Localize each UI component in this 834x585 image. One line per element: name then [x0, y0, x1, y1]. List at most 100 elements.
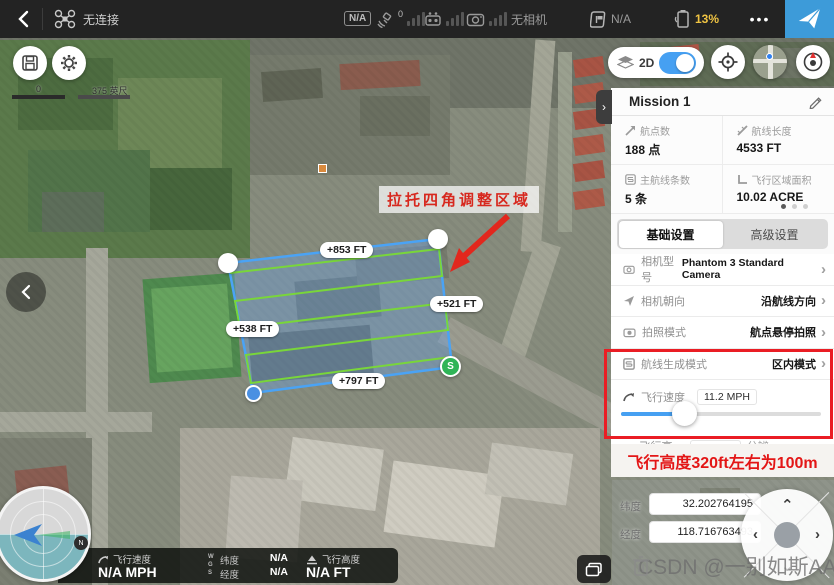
speed-slider-knob[interactable]	[672, 401, 697, 426]
minimap-location-dot	[766, 53, 773, 60]
tab-advanced-settings[interactable]: 高级设置	[723, 221, 827, 248]
nudge-center-button[interactable]	[774, 522, 800, 548]
compass-needle-icon	[802, 51, 824, 73]
gps-mode-badge: N/A	[344, 11, 371, 26]
stat-waypoints: 航点数 188 点	[611, 116, 723, 165]
save-mission-button[interactable]	[13, 46, 47, 80]
serpentine-route-icon	[625, 174, 636, 185]
remote-controller-icon	[424, 11, 442, 27]
capture-mode-icon	[623, 327, 636, 338]
setting-camera-heading[interactable]: 相机朝向 沿航线方向›	[611, 286, 834, 318]
connection-status-label: 无连接	[83, 11, 119, 28]
map-art-block	[573, 160, 605, 182]
mission-stats: 航点数 188 点 航线长度 4533 FT 主航线条数 5 条 飞行区域面积 …	[611, 116, 834, 214]
panel-page-dots[interactable]	[781, 204, 808, 209]
telemetry-lat-label: 纬度	[220, 553, 239, 567]
route-length-icon	[737, 125, 748, 136]
start-point-marker[interactable]: S	[440, 356, 461, 377]
setting-capture-mode[interactable]: 拍照模式 航点悬停拍照›	[611, 317, 834, 349]
map-2d-label: 2D	[639, 56, 654, 70]
map-2d-toggle[interactable]	[659, 52, 696, 74]
locate-aircraft-button[interactable]	[711, 45, 745, 79]
map-art-block	[573, 134, 605, 156]
mission-title: Mission 1	[629, 94, 691, 109]
panel-collapse-tab[interactable]: ›	[596, 90, 612, 124]
status-bar: 无连接 N/A 0	[0, 0, 834, 38]
media-thumbnail-button[interactable]	[577, 555, 611, 583]
telemetry-alt-value: N/A FT	[306, 564, 351, 580]
pan-left-button[interactable]	[6, 272, 46, 312]
longitude-label: 经度	[620, 527, 641, 542]
stacked-photos-icon	[585, 562, 603, 577]
divider	[42, 8, 43, 30]
crosshair-locate-icon	[718, 52, 738, 72]
tab-basic-settings[interactable]: 基础设置	[619, 221, 723, 248]
setting-route-mode[interactable]: 航线生成模式 区内模式›	[611, 349, 834, 381]
app-screen: S +853 FT +521 FT +538 FT +797 FT 拉托四角调整…	[0, 0, 834, 585]
trash-icon	[632, 555, 650, 577]
battery-status-group: 13%	[674, 0, 719, 38]
map-art-block	[339, 60, 420, 90]
toggle-knob	[676, 54, 694, 72]
gear-icon	[59, 53, 79, 73]
speed-value[interactable]: 11.2 MPH	[697, 389, 757, 405]
settings-tabs-wrap: 基础设置 高级设置	[611, 214, 834, 254]
chevron-right-icon: ›	[821, 324, 826, 341]
chevron-left-icon	[20, 284, 32, 300]
latitude-label: 纬度	[620, 499, 641, 514]
area-icon	[737, 174, 748, 185]
battery-percent: 13%	[695, 12, 719, 26]
map-art-block	[485, 443, 573, 506]
edit-pencil-icon[interactable]	[809, 94, 824, 109]
map-art-block	[261, 68, 323, 102]
start-flight-button[interactable]	[785, 0, 834, 38]
latitude-input[interactable]: 32.202764195	[649, 493, 761, 515]
route-mode-icon	[623, 358, 635, 370]
gps-signal-bars	[407, 12, 425, 26]
corner-handle-top-left[interactable]	[218, 253, 238, 273]
edge-length-top: +853 FT	[320, 242, 373, 258]
chevron-left-icon	[17, 10, 29, 28]
telemetry-lng-value: N/A	[258, 566, 288, 578]
telemetry-bar: 飞行速度 N/A MPH WGS 纬度 N/A 经度 N/A 飞行高度 N/A …	[58, 548, 398, 583]
edge-length-right: +521 FT	[430, 296, 483, 312]
back-button[interactable]	[10, 7, 36, 31]
map-art-block	[360, 96, 430, 136]
minimap-preview-button[interactable]	[753, 45, 787, 79]
corner-handle-bottom-left[interactable]	[245, 385, 262, 402]
corner-handle-top-right[interactable]	[428, 229, 448, 249]
heading-pointer-icon	[623, 295, 635, 307]
annotation-note: 飞行高度320ft左右为100m	[611, 444, 834, 477]
speed-slider[interactable]	[621, 412, 821, 416]
gps-signal-group: 0	[376, 0, 425, 38]
chevron-right-icon: ›	[821, 261, 826, 278]
chevron-right-icon: ›	[821, 355, 826, 372]
scale-zero-label: 0	[36, 84, 41, 94]
layers-icon	[617, 55, 634, 70]
map-settings-button[interactable]	[52, 46, 86, 80]
mission-status-value: N/A	[611, 12, 631, 26]
edge-length-bottom: +797 FT	[332, 373, 385, 389]
compass-reset-button[interactable]	[796, 45, 830, 79]
watermark: CSDN @一别如斯AA	[632, 551, 834, 581]
map-annotation-label: 拉托四角调整区域	[379, 186, 539, 213]
camera-status-group: 无相机	[466, 0, 547, 38]
watermark-text: CSDN @一别如斯AA	[638, 551, 834, 581]
drone-icon	[54, 9, 76, 29]
rc-signal-group	[424, 0, 464, 38]
more-menu-button[interactable]: •••	[742, 0, 778, 38]
map-art-block	[573, 188, 605, 210]
chevron-right-icon: ›	[821, 292, 826, 309]
save-icon	[21, 54, 39, 72]
scale-bar-segment	[78, 95, 130, 99]
setting-camera-model[interactable]: 相机型号 Phantom 3 Standard Camera›	[611, 254, 834, 286]
nudge-up-button[interactable]: ⌃	[781, 498, 794, 513]
nudge-left-button[interactable]: ‹	[753, 527, 758, 542]
aircraft-heading-icon	[12, 522, 72, 548]
satellite-count: 0	[398, 9, 403, 19]
nudge-right-button[interactable]: ›	[815, 527, 820, 542]
edge-length-left: +538 FT	[226, 321, 279, 337]
waypoint-icon	[625, 125, 636, 136]
satellite-icon	[376, 11, 394, 28]
telemetry-lat-value: N/A	[258, 552, 288, 564]
